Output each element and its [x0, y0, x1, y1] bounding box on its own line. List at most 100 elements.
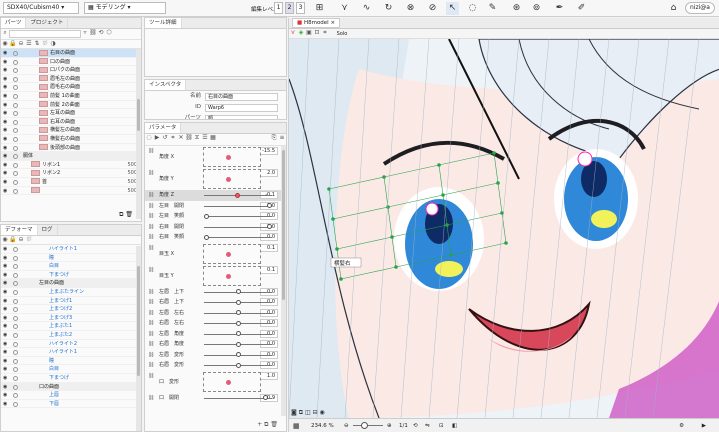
select-circle[interactable]	[13, 401, 18, 407]
select-circle[interactable]	[13, 264, 18, 270]
eye-icon[interactable]: ◉	[3, 83, 11, 92]
link-icon[interactable]: ⛓	[89, 29, 97, 37]
select-circle[interactable]	[13, 324, 18, 330]
eye-icon[interactable]: ◉	[3, 297, 11, 306]
eye-icon[interactable]: ◉	[3, 305, 11, 314]
warp-control-point[interactable]	[504, 241, 508, 245]
eye-icon[interactable]: ◉	[3, 365, 11, 374]
parameter-2d-grid[interactable]	[203, 147, 261, 167]
deformer-row[interactable]: ◉ 口の曲面	[1, 382, 141, 392]
deformer-row[interactable]: ◉ 瞳	[1, 357, 141, 366]
parameter-2d-grid[interactable]	[203, 169, 261, 189]
part-row[interactable]: ◉ 右目の曲面	[1, 49, 141, 58]
link-icon[interactable]: ⛓	[148, 371, 154, 382]
warp-control-point[interactable]	[445, 223, 449, 227]
pin-tool-icon[interactable]: ⊛	[510, 2, 523, 15]
parameter-slider[interactable]	[204, 226, 272, 228]
blend-icon[interactable]: ⧖	[193, 134, 201, 142]
select-circle[interactable]	[13, 298, 18, 304]
eye-icon[interactable]: ◉	[1, 40, 9, 48]
eye-icon[interactable]: ◉	[3, 374, 11, 383]
select-circle[interactable]	[13, 154, 18, 160]
eye-icon[interactable]: ◉	[3, 66, 11, 75]
select-circle[interactable]	[13, 367, 18, 373]
checker-icon[interactable]: ▦	[293, 419, 300, 432]
lasso-tool-icon[interactable]: ◌	[466, 2, 479, 15]
select-circle[interactable]	[13, 332, 18, 338]
eye-icon[interactable]: ◉	[3, 144, 11, 153]
link-icon[interactable]: ⛓	[148, 146, 154, 157]
view-icon[interactable]: ⊡	[313, 29, 321, 37]
parameter-knob[interactable]	[236, 341, 241, 347]
parameter-row[interactable]: 口 変形 1.0 ⛓	[145, 371, 286, 393]
eyedropper-icon[interactable]: ⊚	[530, 2, 543, 15]
delete-key-icon[interactable]: ✕	[177, 134, 185, 142]
deformer-row[interactable]: ◉ 下唇	[1, 400, 141, 409]
eye-icon[interactable]: ◉	[3, 109, 11, 118]
trash-icon[interactable]: 🗑	[125, 211, 133, 218]
eye-icon[interactable]: ◉	[3, 245, 11, 254]
tab-project[interactable]: プロジェクト	[26, 18, 69, 28]
rotate-tool-icon[interactable]: ↻	[382, 2, 395, 15]
deformer-row[interactable]: ◉ 下まつげ	[1, 271, 141, 280]
palette-icon[interactable]: ◑	[49, 40, 57, 48]
deformer-scrollbar[interactable]	[136, 246, 141, 431]
link-icon[interactable]: ⛓	[148, 339, 154, 350]
reset-icon[interactable]: ↺	[161, 134, 169, 142]
part-row[interactable]: ◉ 500	[1, 187, 141, 196]
link-icon[interactable]: ⛓	[185, 134, 193, 142]
parameter-2d-grid[interactable]	[203, 371, 261, 392]
select-circle[interactable]	[13, 111, 18, 117]
parameter-2d-knob[interactable]	[226, 379, 231, 385]
parameter-knob[interactable]	[266, 203, 272, 208]
parameter-knob[interactable]	[236, 310, 241, 315]
parameter-value[interactable]: 1.0	[260, 371, 278, 380]
eye-icon[interactable]: ◉	[3, 357, 11, 366]
arrow-tool-icon[interactable]: ↖	[446, 2, 459, 15]
tab-deformer[interactable]: デフォーマ	[1, 225, 38, 235]
eye-icon[interactable]: ◉	[3, 331, 11, 340]
deformer-row[interactable]: ◉ 白目	[1, 262, 141, 271]
parameter-knob[interactable]	[266, 224, 272, 229]
link-icon[interactable]: ⛓	[148, 201, 154, 212]
user-badge[interactable]: nizi@a	[685, 2, 715, 14]
select-circle[interactable]	[13, 281, 18, 287]
sync-icon[interactable]: ⟲	[97, 29, 105, 37]
solo-button[interactable]: Solo	[337, 31, 348, 37]
warp-control-point[interactable]	[331, 217, 335, 221]
link-icon[interactable]: ⛓	[148, 243, 154, 254]
keyform-icon[interactable]: ⌗	[169, 134, 177, 142]
parameter-knob[interactable]	[234, 192, 240, 198]
deformer-row[interactable]: ◉ 下まつげ	[1, 374, 141, 383]
part-row[interactable]: ◉ リボン1 500	[1, 161, 141, 170]
parameter-slider[interactable]	[204, 216, 272, 217]
list-icon[interactable]: ☰	[201, 134, 209, 142]
parameter-knob[interactable]	[236, 362, 241, 368]
select-circle[interactable]	[13, 171, 18, 177]
parameter-slider[interactable]	[204, 205, 272, 207]
link-icon[interactable]: ⛓	[148, 350, 154, 361]
warp-control-point[interactable]	[492, 151, 496, 155]
select-circle[interactable]	[13, 341, 18, 347]
warp-control-point[interactable]	[449, 253, 453, 257]
mirror-icon[interactable]: ◫	[305, 409, 311, 416]
part-row[interactable]: ◉ 胴体	[1, 152, 141, 161]
lock-icon[interactable]: 🔒	[9, 236, 17, 244]
level-3-button[interactable]: 3	[296, 2, 305, 14]
deformer-row[interactable]: ◉ 上まぶた2	[1, 331, 141, 340]
warp-control-point[interactable]	[386, 205, 390, 209]
display-icon[interactable]: ◧	[452, 419, 457, 432]
parameter-row[interactable]: 角度 Z-0.1⛓	[145, 190, 286, 201]
select-circle[interactable]	[13, 188, 18, 194]
curve-tool-icon[interactable]: ∿	[360, 2, 373, 15]
link-icon[interactable]: ⛓	[148, 265, 154, 276]
select-circle[interactable]	[13, 85, 18, 91]
parameter-knob[interactable]	[236, 331, 241, 336]
eye-icon[interactable]: ◉	[3, 288, 11, 297]
deformer-row[interactable]: ◉ ハイライト1	[1, 245, 141, 254]
parameter-row[interactable]: 左眉 左右0.0⛓	[145, 308, 286, 319]
part-row[interactable]: ◉ 前髪 2の曲面	[1, 101, 141, 110]
eye-icon[interactable]: ◉	[3, 169, 11, 178]
parts-scrollbar[interactable]	[136, 49, 141, 219]
part-row[interactable]: ◉ 口の曲面	[1, 58, 141, 67]
